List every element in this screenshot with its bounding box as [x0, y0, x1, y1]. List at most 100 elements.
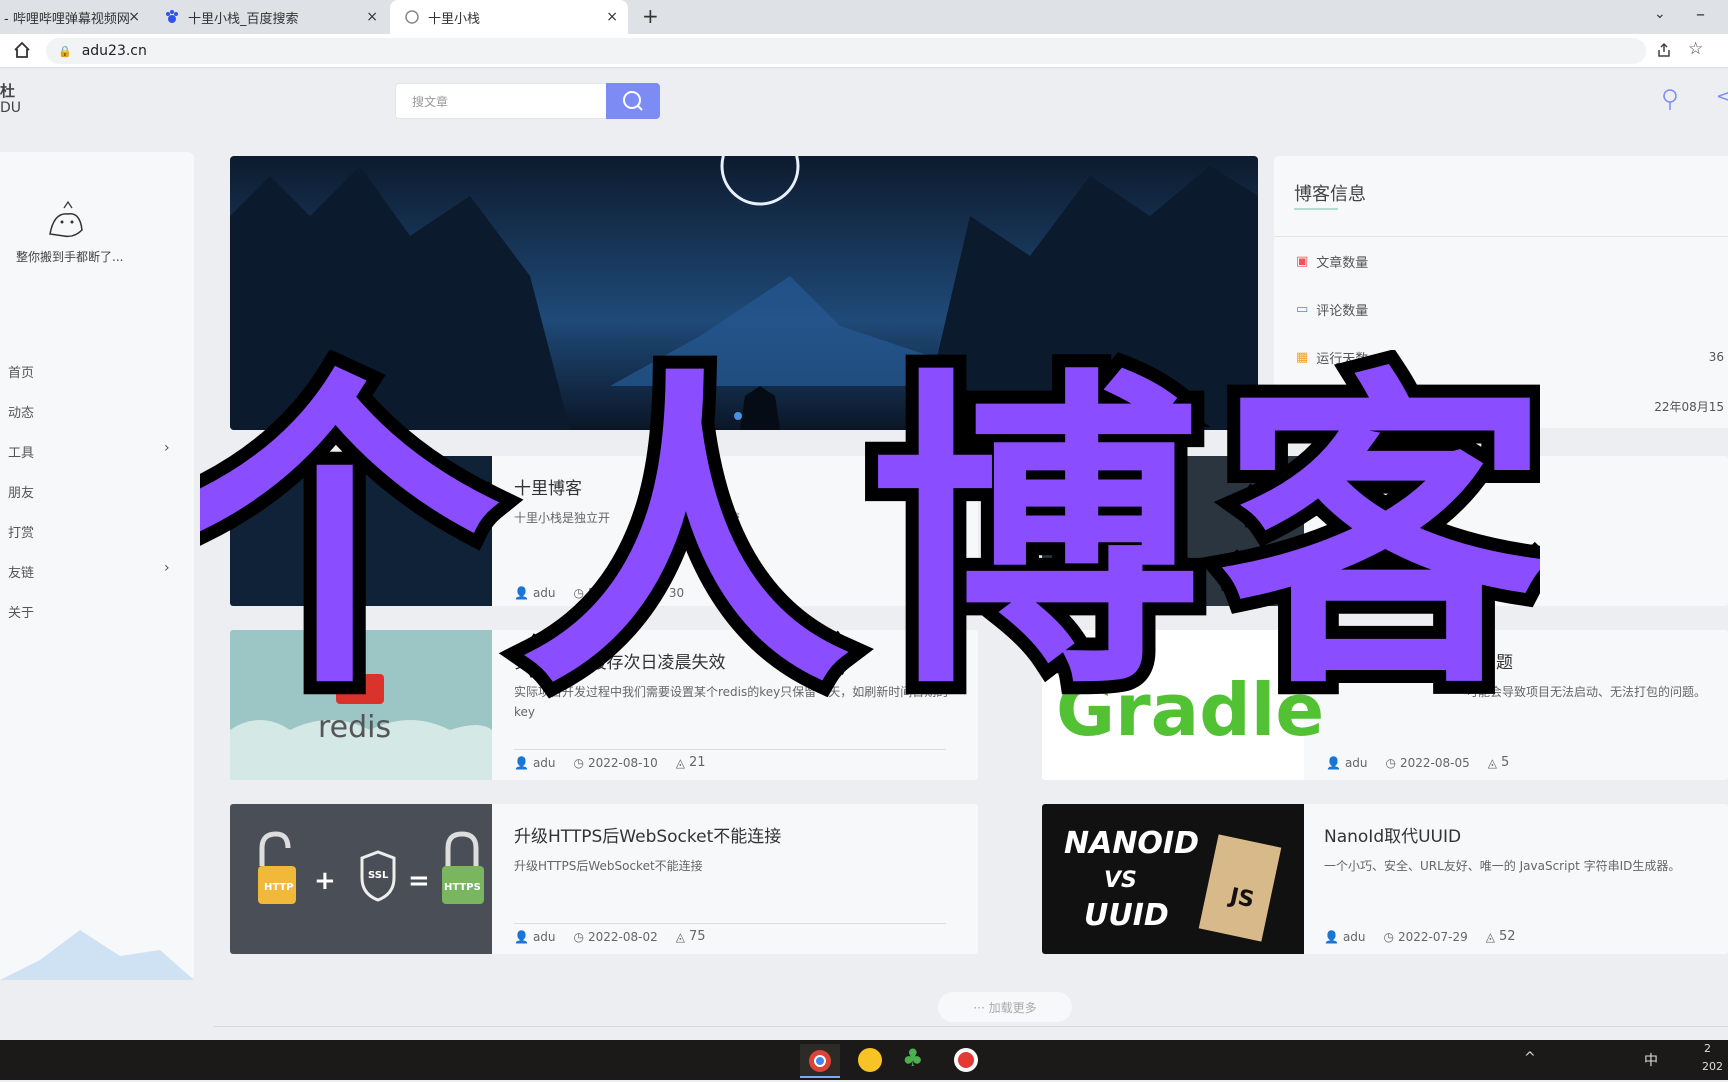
clock-date[interactable]: 202	[1702, 1060, 1723, 1073]
gradle-thumbnail: Gradle	[1042, 630, 1324, 780]
post-author: adu	[1344, 755, 1368, 770]
sidebar-item-friends[interactable]: 朋友	[8, 482, 34, 501]
search-icon	[623, 91, 643, 111]
plus-sign: +	[314, 866, 336, 896]
post-title[interactable]: 十里博客	[514, 474, 582, 499]
close-tab-icon[interactable]: ×	[366, 9, 378, 25]
post-views: 30	[668, 586, 685, 600]
title-underline	[1294, 208, 1338, 210]
post-title[interactable]: 升级HTTPS后WebSocket不能连接	[514, 822, 781, 847]
sidebar-item-donate[interactable]: 打赏	[8, 522, 34, 541]
post-card[interactable]: redis 实现redis缓存次日凌晨失效 实际项目开发过程中我们需要设置某个r…	[230, 630, 978, 780]
recorder-taskbar-icon[interactable]	[952, 1046, 980, 1078]
https-thumbnail: HTTP + SSL = HTTPS	[230, 804, 492, 954]
post-title[interactable]: NanoId取代UUID	[1324, 822, 1461, 847]
gradle-logo-text: Gradle	[1056, 668, 1325, 752]
sidebar-item-home[interactable]: 首页	[8, 362, 34, 381]
author-icon: 👤	[1326, 755, 1341, 770]
light-bulb-icon[interactable]	[1662, 88, 1678, 116]
sidebar-item-about[interactable]: 关于	[8, 602, 34, 621]
share-side-icon[interactable]: <	[1716, 86, 1728, 107]
post-title[interactable]: 启问题	[1462, 648, 1513, 673]
sidebar-item-links[interactable]: 友链	[8, 562, 34, 581]
tray-chevron-icon[interactable]: ^	[1524, 1050, 1536, 1066]
post-desc: 升级HTTPS后WebSocket不能连接	[514, 859, 703, 873]
sidebar-item-tools[interactable]: 工具	[8, 442, 34, 461]
post-card[interactable]: Gradle 启问题 可能会导致项目无法启动、无法打包的问题。 👤 adu ◷ 20…	[1042, 630, 1728, 780]
post-meta: 👤 adu ◷ 2022-07-29 ◬ 52	[1324, 929, 1516, 944]
post-card[interactable]: 十里博客 十里小栈是独立开 高博客系统 👤 adu ◷ 202 30	[230, 456, 978, 606]
http-label: HTTP	[264, 882, 294, 893]
tab-search-chevron-icon[interactable]: ⌄	[1654, 6, 1666, 22]
tab-bilibili[interactable]: - 哔哩哔哩弹幕视频网 ×	[0, 0, 150, 34]
browser-tab-bar: - 哔哩哔哩弹幕视频网 × 十里小栈_百度搜索 × 十里小栈 × + ⌄ –	[0, 0, 1728, 34]
author-icon: 👤	[1324, 929, 1339, 944]
author-icon: 👤	[514, 929, 529, 944]
post-title[interactable]: 实现redis缓存次日凌晨失效	[514, 648, 725, 673]
views-icon: ◬	[675, 755, 685, 770]
search-button[interactable]	[606, 83, 660, 119]
post-meta: 👤 adu ◷ 202 30	[514, 586, 684, 600]
divider	[514, 923, 946, 924]
post-date: 2022-08-02	[588, 929, 658, 944]
logo-bottom[interactable]: DU	[0, 100, 21, 116]
post-desc: 实际项目开发过程中我们需要设置某个redis的key只保留一天，如刷新时间日期的…	[514, 685, 949, 719]
post-card[interactable]: 244	[1042, 456, 1728, 606]
post-desc: 可能会导致项目无法启动、无法打包的问题。	[1466, 685, 1707, 699]
minimize-icon[interactable]: –	[1696, 4, 1705, 25]
footer-divider	[214, 1026, 1728, 1027]
baidu-paw-icon: ❀	[1296, 394, 1307, 409]
bookmark-star-icon[interactable]: ☆	[1688, 39, 1703, 59]
clover-taskbar-icon[interactable]: ♣	[902, 1044, 924, 1072]
close-tab-icon[interactable]: ×	[606, 9, 618, 25]
chevron-right-icon[interactable]: ›	[164, 560, 170, 576]
tab-label: - 哔哩哔哩弹幕视频网	[4, 11, 130, 27]
clock-icon: ◷	[1385, 755, 1397, 770]
post-desc: 十里小栈是独立开 高博客系统	[514, 508, 954, 528]
article-count-icon: ▣	[1296, 254, 1309, 269]
tab-baidu[interactable]: 十里小栈_百度搜索 ×	[152, 0, 388, 34]
new-tab-button[interactable]: +	[642, 4, 659, 28]
divider	[1274, 236, 1728, 237]
ime-indicator[interactable]: 中	[1644, 1050, 1658, 1070]
clock-icon: ◷	[573, 586, 585, 600]
banner-carousel[interactable]	[230, 156, 1258, 430]
tab-active-site[interactable]: 十里小栈 ×	[390, 0, 628, 34]
post-author: adu	[1342, 929, 1366, 944]
comment-icon: ▭	[1296, 302, 1309, 317]
post-author: adu	[532, 929, 556, 944]
logo-top[interactable]: 杜	[0, 80, 15, 101]
lock-icon[interactable]: 🔒	[58, 45, 72, 58]
search-input[interactable]: 搜文章	[395, 83, 607, 119]
post-thumbnail	[230, 456, 492, 606]
post-views: 52	[1499, 929, 1516, 944]
post-date: 2022-08-10	[588, 755, 658, 770]
post-card[interactable]: HTTP + SSL = HTTPS 升级HTTPS后WebSocket不能连接…	[230, 804, 978, 954]
load-more-button[interactable]: ··· 加载更多	[938, 992, 1072, 1022]
avatar[interactable]	[44, 200, 88, 244]
site-header: 杜 DU <	[0, 68, 1728, 132]
baidu-paw-icon	[164, 9, 180, 25]
uuid-text: UUID	[1084, 898, 1169, 933]
post-desc: 一个小巧、安全、URL友好、唯一的 JavaScript 字符串ID生成器。	[1324, 859, 1681, 873]
home-icon[interactable]	[12, 40, 32, 64]
site-favicon-icon	[404, 9, 420, 25]
post-views: 75	[689, 929, 706, 944]
post-thumbnail	[1042, 456, 1304, 606]
tab-label: 十里小栈_百度搜索	[188, 11, 299, 27]
clock-icon: ◷	[573, 755, 585, 770]
sidebar-item-moments[interactable]: 动态	[8, 402, 34, 421]
clock-time[interactable]: 2	[1704, 1042, 1711, 1055]
close-tab-icon[interactable]: ×	[128, 9, 140, 25]
baidu-date-value: 22年08月15	[1654, 400, 1724, 414]
views-icon: ◬	[1487, 755, 1497, 770]
post-date: 2022-07-29	[1398, 929, 1468, 944]
info-row-days: ▦ 运行天数	[1296, 348, 1368, 367]
post-desc-head: 十里小栈是独立开	[514, 511, 611, 525]
omnibox[interactable]: 🔒 adu23.cn	[46, 38, 1646, 64]
chevron-right-icon[interactable]: ›	[164, 440, 170, 456]
app-taskbar-icon[interactable]	[856, 1046, 884, 1078]
post-card[interactable]: NANOID VS UUID JS NanoId取代UUID 一个小巧、安全、U…	[1042, 804, 1728, 954]
share-icon[interactable]	[1656, 42, 1672, 62]
chrome-taskbar-icon[interactable]	[800, 1044, 840, 1078]
